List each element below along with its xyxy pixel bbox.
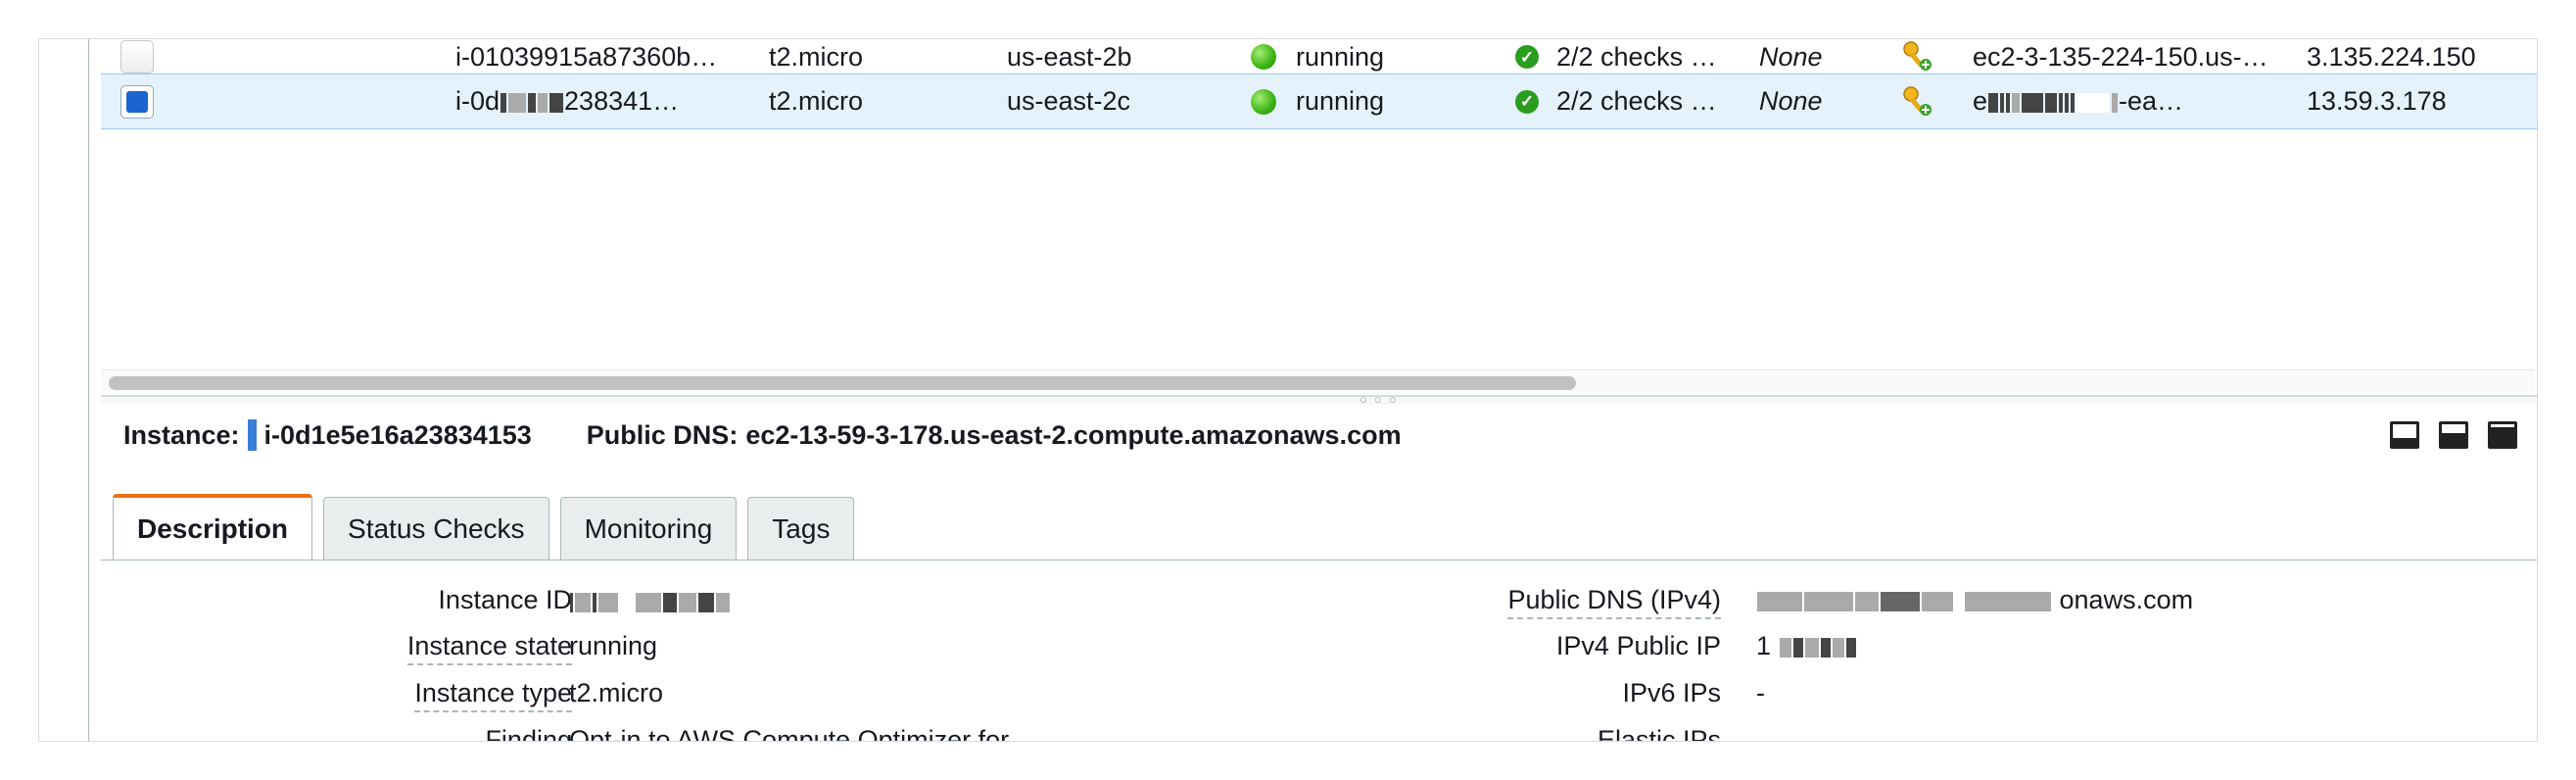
key-icon[interactable] — [1901, 40, 1934, 73]
instance-id-suffix: 238341… — [564, 86, 680, 116]
pane-minimize-icon[interactable] — [2390, 421, 2419, 449]
public-dns-ipv4-label: Public DNS (IPv4) — [1507, 585, 1721, 619]
public-dns-ipv4-value: onaws.com — [1756, 585, 2193, 615]
redacted-block — [500, 86, 564, 117]
tab-status-checks[interactable]: Status Checks — [323, 497, 549, 560]
scrollbar-thumb[interactable] — [109, 376, 1576, 390]
redacted-block — [1987, 86, 2119, 117]
horizontal-scrollbar[interactable] — [101, 369, 2535, 394]
instance-type-cell: t2.micro — [769, 86, 864, 116]
row-select-checkbox[interactable] — [120, 40, 154, 73]
instance-state-cell: running — [1251, 74, 1447, 128]
instance-type-value: t2.micro — [569, 678, 664, 707]
checks-text: 2/2 checks … — [1556, 41, 1717, 72]
finding-value[interactable]: Opt-in to AWS Compute Optimizer for — [569, 725, 1009, 741]
alarm-status-cell: None — [1759, 86, 1823, 116]
public-ip-cell: 13.59.3.178 — [2307, 86, 2447, 116]
tab-monitoring[interactable]: Monitoring — [559, 497, 738, 560]
ipv4-public-ip-value: 1 — [1756, 631, 1857, 661]
details-header: Instance: i-0d1e5e16a23834153 Public DNS… — [123, 419, 1402, 451]
instances-table: i-01039915a87360b… t2.micro us-east-2b r… — [101, 39, 2537, 369]
instance-id-cell: i-0d 238341… — [455, 74, 720, 128]
pane-splitter[interactable]: ○○○ — [101, 392, 2537, 407]
state-text: running — [1296, 41, 1385, 72]
tab-description[interactable]: Description — [113, 494, 313, 561]
drag-handle-icon[interactable]: ○○○ — [1360, 392, 1404, 407]
ipv4-public-ip-label: IPv4 Public IP — [1555, 631, 1721, 660]
public-dns-cell: e -ea… — [1973, 74, 2266, 128]
id-marker — [247, 419, 257, 451]
table-row-selected[interactable]: i-0d 238341… t2.micro us-east-2c running… — [101, 73, 2537, 129]
key-cell[interactable] — [1901, 74, 1950, 128]
dns-prefix: e — [1973, 86, 1988, 116]
instance-label: Instance: — [123, 419, 240, 450]
pane-maximize-icon[interactable] — [2488, 421, 2517, 449]
ec2-console-frame: i-01039915a87360b… t2.micro us-east-2b r… — [39, 39, 2537, 741]
availability-zone-cell: us-east-2c — [1007, 86, 1131, 116]
row-select-checkbox-checked[interactable] — [120, 85, 154, 119]
redacted-block — [1756, 585, 2060, 614]
green-dot-icon — [1251, 88, 1276, 115]
instance-id-prefix: i-0d — [455, 86, 501, 116]
key-icon[interactable] — [1901, 85, 1934, 119]
instance-state-value: running — [569, 631, 658, 660]
green-check-icon: ✓ — [1515, 89, 1539, 114]
instance-type-label: Instance type — [414, 678, 572, 712]
tab-tags[interactable]: Tags — [747, 497, 855, 560]
sidebar-divider — [88, 39, 89, 741]
elastic-ips-label: Elastic IPs — [1597, 725, 1721, 741]
dns-suffix: -ea… — [2119, 86, 2184, 116]
ipv6-ips-value: - — [1756, 678, 1765, 707]
state-text: running — [1296, 86, 1385, 116]
public-dns-value: ec2-13-59-3-178.us-east-2.compute.amazon… — [745, 419, 1402, 450]
instance-id-value — [569, 586, 731, 616]
instance-id-label: Instance ID — [438, 585, 572, 614]
pane-layout-controls — [2390, 421, 2517, 449]
finding-label: Finding — [485, 725, 572, 741]
detail-tabs: Description Status Checks Monitoring Tag… — [113, 494, 855, 561]
checks-text: 2/2 checks … — [1556, 86, 1717, 116]
instance-state-label: Instance state — [406, 631, 572, 665]
instance-id-value: i-0d1e5e16a23834153 — [263, 419, 532, 450]
redacted-block — [1779, 631, 1857, 660]
tabs-divider — [101, 560, 2537, 561]
redacted-block — [569, 586, 731, 615]
pane-half-icon[interactable] — [2439, 421, 2468, 449]
green-dot-icon — [1251, 44, 1276, 70]
public-dns-suffix: onaws.com — [2059, 585, 2194, 614]
ipv4-prefix: 1 — [1756, 631, 1772, 660]
status-checks-cell: ✓ 2/2 checks … — [1515, 74, 1721, 128]
ipv6-ips-label: IPv6 IPs — [1622, 678, 1721, 707]
green-check-icon: ✓ — [1515, 45, 1539, 69]
public-dns-label: Public DNS: — [586, 419, 739, 450]
